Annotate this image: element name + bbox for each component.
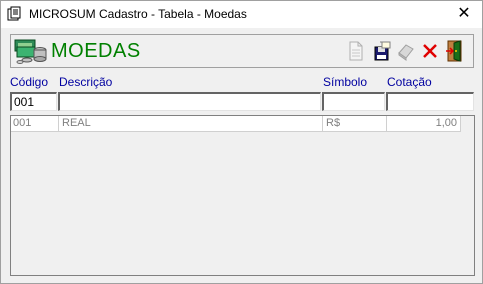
eraser-icon <box>398 44 414 61</box>
save-icon <box>374 41 391 61</box>
label-simbolo: Símbolo <box>323 75 368 89</box>
exit-icon <box>446 40 462 62</box>
label-codigo: Código <box>10 75 49 89</box>
cell-cotacao: 1,00 <box>387 116 461 132</box>
delete-button[interactable] <box>419 39 441 63</box>
records-grid[interactable]: 001 REAL R$ 1,00 <box>10 115 475 276</box>
app-icon <box>7 6 21 21</box>
delete-icon <box>423 44 437 58</box>
cotacao-input[interactable] <box>386 92 474 111</box>
new-button[interactable] <box>345 39 367 63</box>
money-icon <box>14 39 47 64</box>
main-window: MICROSUM Cadastro - Tabela - Moedas ✕ MO… <box>0 0 483 284</box>
window-title: MICROSUM Cadastro - Tabela - Moedas <box>29 7 247 21</box>
cell-descricao: REAL <box>59 116 323 132</box>
label-cotacao: Cotação <box>387 75 432 89</box>
table-row[interactable]: 001 REAL R$ 1,00 <box>11 116 461 132</box>
codigo-input[interactable]: 001 <box>10 92 57 111</box>
title-bar[interactable]: MICROSUM Cadastro - Tabela - Moedas ✕ <box>1 1 482 28</box>
close-button[interactable]: ✕ <box>454 4 474 24</box>
clear-button[interactable] <box>395 39 417 63</box>
simbolo-input[interactable] <box>322 92 385 111</box>
cell-simbolo: R$ <box>323 116 387 132</box>
form-title: MOEDAS <box>51 40 141 62</box>
descricao-input[interactable] <box>58 92 321 111</box>
exit-button[interactable] <box>444 39 466 63</box>
cell-codigo: 001 <box>11 116 59 132</box>
label-descricao: Descrição <box>59 75 113 89</box>
new-document-icon <box>349 41 363 61</box>
header-panel: MOEDAS <box>10 34 474 68</box>
save-button[interactable] <box>371 39 393 63</box>
